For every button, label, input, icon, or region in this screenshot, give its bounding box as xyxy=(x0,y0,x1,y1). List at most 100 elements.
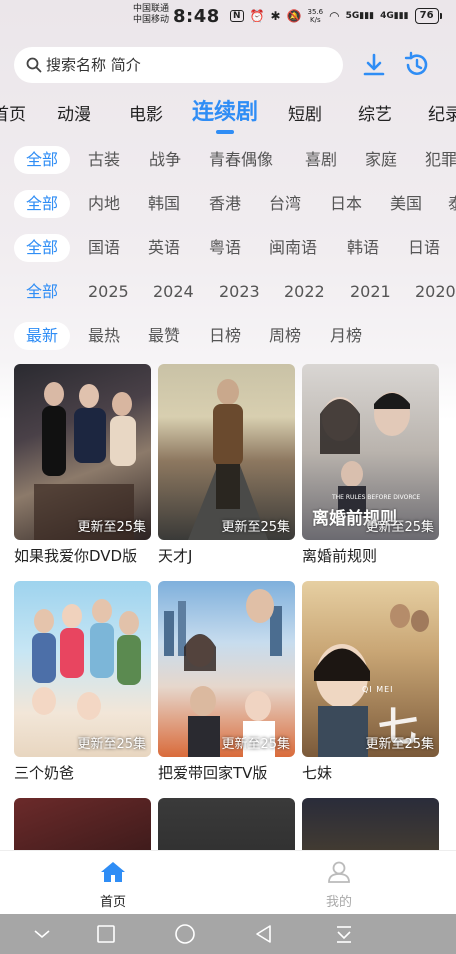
chevron-down-icon xyxy=(34,930,50,939)
show-card[interactable]: 更新至25集 三个奶爸 xyxy=(14,581,151,783)
show-title[interactable]: 七妹 xyxy=(302,762,439,783)
history-icon xyxy=(404,51,428,75)
filter-chip[interactable]: 内地 xyxy=(88,190,120,218)
update-badge: 更新至25集 xyxy=(221,737,290,752)
filter-chip[interactable]: 韩国 xyxy=(148,190,180,218)
history-button[interactable] xyxy=(402,50,432,80)
sort-chip[interactable]: 日榜 xyxy=(209,322,241,350)
search-icon xyxy=(26,57,42,73)
filter-chip[interactable]: 全部 xyxy=(14,234,71,262)
back-triangle-icon xyxy=(256,925,271,943)
notification-pull-button[interactable] xyxy=(332,922,356,946)
filter-chip[interactable]: 英语 xyxy=(148,234,180,262)
filter-chip[interactable]: 犯罪 xyxy=(425,146,456,174)
sort-chip[interactable]: 最热 xyxy=(88,322,120,350)
show-title[interactable]: 三个奶爸 xyxy=(14,762,151,783)
filter-chip[interactable]: 青春偶像 xyxy=(209,146,273,174)
tab-documentary[interactable]: 纪录 xyxy=(428,100,456,125)
filter-chip[interactable]: 日本 xyxy=(330,190,362,218)
update-badge: 更新至25集 xyxy=(365,520,434,535)
show-card[interactable]: 更新至25集 如果我爱你DVD版 xyxy=(14,364,151,566)
show-card[interactable]: 离婚前规则 THE RULES BEFORE DIVORCE 更新至25集 离婚… xyxy=(302,364,439,566)
show-card[interactable]: 更新至25集 把爱带回家TV版 xyxy=(158,581,295,783)
poster-art xyxy=(32,599,141,720)
back-button[interactable] xyxy=(252,922,276,946)
filter-chip[interactable]: 日语 xyxy=(408,234,440,262)
user-icon xyxy=(328,861,350,883)
filter-chip[interactable]: 闽南语 xyxy=(269,234,317,262)
filter-chip[interactable]: 韩语 xyxy=(347,234,379,262)
update-badge: 更新至25集 xyxy=(77,737,146,752)
show-poster[interactable]: 更新至25集 xyxy=(14,364,151,540)
home-system-button[interactable] xyxy=(173,922,197,946)
filter-chip[interactable]: 2024 xyxy=(153,278,194,306)
show-title[interactable]: 天才J xyxy=(158,545,295,566)
filter-chip[interactable]: 古装 xyxy=(88,146,120,174)
filter-chip[interactable]: 2022 xyxy=(284,278,325,306)
poster-art: 七 xyxy=(314,604,429,757)
show-card[interactable]: 七 QI MEI 更新至25集 七妹 xyxy=(302,581,439,783)
search-bar[interactable] xyxy=(14,47,343,83)
tab-series[interactable]: 连续剧 xyxy=(192,94,258,126)
tab-variety[interactable]: 综艺 xyxy=(358,100,392,125)
filter-chip[interactable]: 香港 xyxy=(209,190,241,218)
signal-2-icon: 4G▮▮▮ xyxy=(380,11,409,21)
sort-chip[interactable]: 月榜 xyxy=(330,322,362,350)
show-title[interactable]: 离婚前规则 xyxy=(302,545,439,566)
poster-art xyxy=(34,382,136,540)
recent-apps-button[interactable] xyxy=(94,922,118,946)
nav-mine[interactable]: 我的 xyxy=(309,861,369,910)
filter-chip[interactable]: 泰 xyxy=(448,190,456,218)
tab-home[interactable]: 首页 xyxy=(0,100,26,125)
filter-chip[interactable]: 全部 xyxy=(14,190,71,218)
battery-icon: 76 xyxy=(414,8,442,24)
filter-chip[interactable]: 2020 xyxy=(415,278,456,306)
filter-row-sort: 最新 最热 最赞 日榜 周榜 月榜 xyxy=(0,319,456,353)
filter-chip[interactable]: 战争 xyxy=(149,146,181,174)
bottom-nav: 首页 我的 xyxy=(0,850,456,914)
filter-chip[interactable]: 2023 xyxy=(219,278,260,306)
filter-chip[interactable]: 家庭 xyxy=(365,146,397,174)
filter-chip[interactable]: 2025 xyxy=(88,278,129,306)
status-icons: N ⏰ ✱ 🔕 35.6 K/s ◠ 5G▮▮▮ 4G▮▮▮ 76 xyxy=(230,8,442,24)
collapse-button[interactable] xyxy=(30,922,54,946)
poster-art xyxy=(164,589,282,757)
filter-chip[interactable]: 国语 xyxy=(88,234,120,262)
tab-movie[interactable]: 电影 xyxy=(129,100,163,125)
show-title[interactable]: 把爱带回家TV版 xyxy=(158,762,295,783)
filter-chip[interactable]: 粤语 xyxy=(209,234,241,262)
nav-home-label: 首页 xyxy=(99,895,126,910)
show-poster[interactable]: 更新至25集 xyxy=(14,581,151,757)
show-poster[interactable]: 离婚前规则 THE RULES BEFORE DIVORCE 更新至25集 xyxy=(302,364,439,540)
sort-chip[interactable]: 周榜 xyxy=(269,322,301,350)
show-poster[interactable]: 更新至25集 xyxy=(158,364,295,540)
carrier-info: 中国联通 中国移动 xyxy=(133,4,169,26)
nfc-icon: N xyxy=(230,10,244,22)
circle-icon xyxy=(175,924,195,944)
poster-title-text: QI MEI xyxy=(362,685,394,694)
show-title[interactable]: 如果我爱你DVD版 xyxy=(14,545,151,566)
sort-chip[interactable]: 最新 xyxy=(14,322,71,350)
filter-row-genre: 全部 古装 战争 青春偶像 喜剧 家庭 犯罪 xyxy=(0,143,456,177)
tab-anime[interactable]: 动漫 xyxy=(57,100,91,125)
filter-chip[interactable]: 全部 xyxy=(14,146,71,174)
show-card[interactable]: 更新至25集 天才J xyxy=(158,364,295,566)
filter-row-language: 全部 国语 英语 粤语 闽南语 韩语 日语 xyxy=(0,231,456,265)
show-poster[interactable]: 更新至25集 xyxy=(158,581,295,757)
bluetooth-icon: ✱ xyxy=(270,9,281,23)
download-button[interactable] xyxy=(359,50,389,80)
filter-chip[interactable]: 全部 xyxy=(14,278,70,306)
update-badge: 更新至25集 xyxy=(365,737,434,752)
alarm-icon: ⏰ xyxy=(249,9,265,23)
filter-chip[interactable]: 台湾 xyxy=(269,190,301,218)
filter-row-year: 全部 2025 2024 2023 2022 2021 2020 xyxy=(0,275,456,309)
filter-chip[interactable]: 喜剧 xyxy=(305,146,337,174)
sort-chip[interactable]: 最赞 xyxy=(148,322,180,350)
show-poster[interactable]: 七 QI MEI 更新至25集 xyxy=(302,581,439,757)
filter-chip[interactable]: 2021 xyxy=(350,278,391,306)
filter-chip[interactable]: 美国 xyxy=(390,190,422,218)
tab-short-drama[interactable]: 短剧 xyxy=(288,100,322,125)
update-badge: 更新至25集 xyxy=(77,520,146,535)
nav-home[interactable]: 首页 xyxy=(83,861,143,910)
search-input[interactable] xyxy=(46,56,306,74)
